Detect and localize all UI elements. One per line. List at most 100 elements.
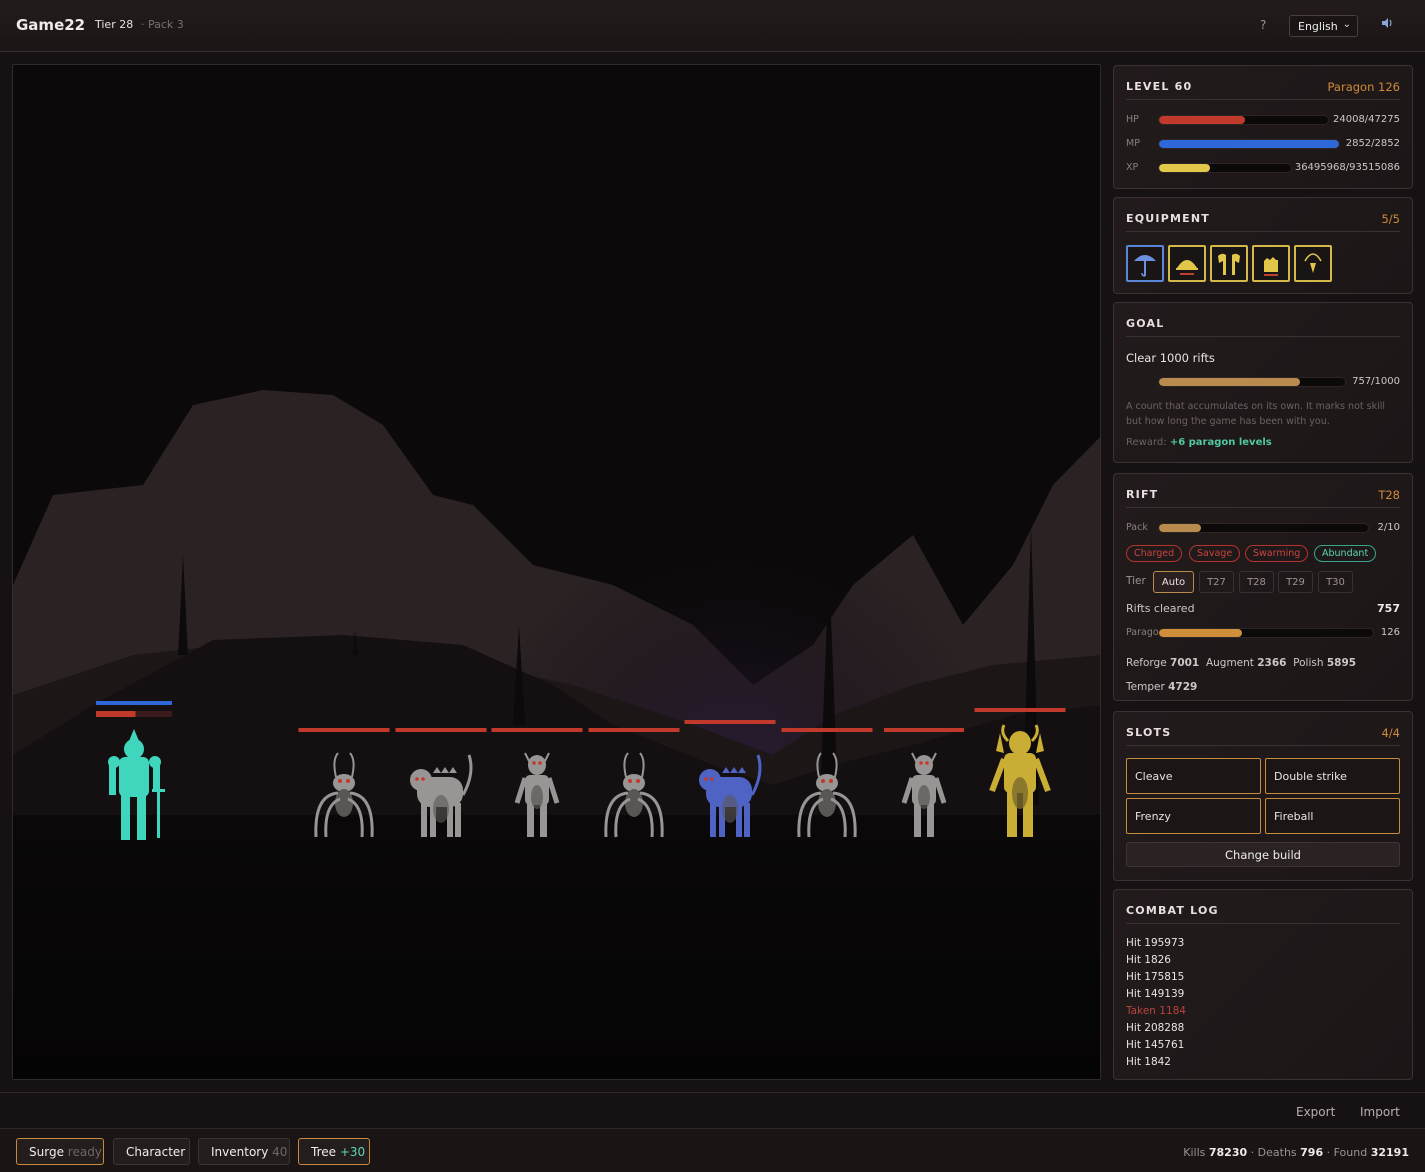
slots-panel: SLOTS 4/4 Cleave Double strike Frenzy Fi… — [1113, 711, 1413, 881]
rift-tier: T28 — [1378, 488, 1400, 502]
inventory-button[interactable]: Inventory 40 — [198, 1138, 290, 1165]
log-line: Hit 208288 — [1126, 1022, 1185, 1034]
import-button[interactable]: Import — [1360, 1105, 1400, 1119]
imp-leg — [540, 803, 547, 837]
boss-shadow — [1012, 777, 1028, 809]
bottom-bar: Surge ready Character Inventory 40 Tree … — [0, 1128, 1425, 1172]
spider-eye — [338, 779, 342, 783]
hound-spikes — [722, 767, 746, 773]
surge-button[interactable]: Surge ready — [16, 1138, 104, 1165]
helm-icon[interactable] — [1168, 245, 1206, 282]
surge-label: Surge — [29, 1145, 64, 1159]
goal-fill — [1159, 378, 1300, 386]
affix-tag: Swarming — [1245, 545, 1309, 562]
enemy-hp-bar — [781, 728, 873, 732]
character-button[interactable]: Character — [113, 1138, 190, 1165]
goal-name: Clear 1000 rifts — [1126, 351, 1215, 365]
export-button[interactable]: Export — [1296, 1105, 1335, 1119]
tree-button[interactable]: Tree +30 — [298, 1138, 370, 1165]
hp-track — [1158, 115, 1329, 125]
hp-value: 24008/47275 — [1333, 114, 1400, 125]
equipment-title: EQUIPMENT — [1126, 212, 1210, 225]
affix-tag: Abundant — [1314, 545, 1377, 562]
skill-slot-cleave[interactable]: Cleave — [1126, 758, 1261, 794]
imp-eye — [925, 761, 929, 765]
pack-progress: Pack 2/10 — [1126, 521, 1400, 535]
help-button[interactable]: ? — [1260, 18, 1266, 32]
tier-t28-button[interactable]: T28 — [1239, 571, 1274, 593]
gloves-icon[interactable] — [1252, 245, 1290, 282]
skill-slot-double-strike[interactable]: Double strike — [1265, 758, 1400, 794]
log-line: Hit 145761 — [1126, 1039, 1185, 1051]
goal-description: A count that accumulates on its own. It … — [1126, 401, 1385, 427]
player-arm — [109, 765, 116, 795]
xp-track — [1158, 163, 1292, 173]
imp-head — [528, 755, 546, 775]
xp-value: 36495968/93515086 — [1294, 162, 1400, 173]
paragon-track — [1158, 628, 1374, 638]
tree-points: +30 — [339, 1145, 366, 1159]
polish-value: 5895 — [1326, 657, 1357, 669]
change-build-button[interactable]: Change build — [1126, 842, 1400, 867]
skill-slot-frenzy[interactable]: Frenzy — [1126, 798, 1261, 834]
export-bar: Export Import — [0, 1092, 1425, 1128]
player-mp-bar — [96, 701, 172, 705]
paragon-value: 126 — [1380, 627, 1400, 638]
top-bar: Game22 Tier 28 · Pack 3 ? English ⌄ — [0, 0, 1425, 52]
paragon-level: Paragon 126 — [1327, 80, 1400, 94]
weapon-icon[interactable] — [1126, 245, 1164, 282]
mp-value: 2852/2852 — [1345, 138, 1400, 149]
enemy-hp-bar — [395, 728, 487, 732]
enemy-hp-bar — [684, 720, 776, 724]
tier-auto-button[interactable]: Auto — [1153, 571, 1194, 593]
inventory-label: Inventory — [211, 1145, 269, 1159]
mp-track — [1158, 139, 1340, 149]
armor-icon[interactable] — [1210, 245, 1248, 282]
slots-count: 4/4 — [1381, 726, 1400, 740]
imp-shadow — [918, 785, 930, 809]
spider-eye — [829, 779, 833, 783]
language-value: English — [1298, 20, 1338, 33]
hp-fill — [1159, 116, 1245, 124]
game-view[interactable] — [12, 64, 1101, 1080]
hound-eye — [421, 777, 425, 781]
panel-header: COMBAT LOG — [1126, 904, 1400, 924]
tree-label: Tree — [311, 1145, 337, 1159]
tier-t30-button[interactable]: T30 — [1318, 571, 1353, 593]
combat-log-title: COMBAT LOG — [1126, 904, 1219, 917]
augment-value: 2366 — [1257, 657, 1287, 669]
xp-label: XP — [1126, 162, 1139, 173]
player-hp-bar — [96, 711, 136, 717]
skill-slot-fireball[interactable]: Fireball — [1265, 798, 1400, 834]
imp-eye — [532, 761, 536, 765]
deaths-value: 796 — [1300, 1146, 1324, 1159]
surge-state: ready — [67, 1145, 102, 1159]
goal-value: 757/1000 — [1352, 376, 1400, 387]
hound-spikes — [433, 767, 457, 773]
spider-eye — [628, 779, 632, 783]
hp-label: HP — [1126, 114, 1139, 125]
polish-label: Polish — [1293, 657, 1324, 669]
hound-eye — [704, 777, 708, 781]
tier-label: Tier — [1126, 575, 1146, 587]
crafting-stats: Reforge 7001 Augment 2366 Polish 5895 Te… — [1126, 651, 1406, 699]
augment-label: Augment — [1205, 657, 1254, 669]
player-torso — [119, 757, 149, 797]
hound-leg — [421, 803, 427, 837]
current-pack: · Pack 3 — [141, 18, 184, 31]
enemy-hp-bar — [491, 728, 583, 732]
tier-t29-button[interactable]: T29 — [1278, 571, 1313, 593]
language-select[interactable]: English ⌄ — [1289, 15, 1358, 37]
amulet-icon[interactable] — [1294, 245, 1332, 282]
imp-leg — [527, 803, 534, 837]
goal-progress: 757/1000 — [1126, 375, 1400, 389]
slots-title: SLOTS — [1126, 726, 1172, 739]
spider-eye — [636, 779, 640, 783]
pack-track — [1158, 523, 1369, 533]
tier-t27-button[interactable]: T27 — [1199, 571, 1234, 593]
enemy-hp-bar — [974, 708, 1066, 712]
chevron-down-icon: ⌄ — [1342, 19, 1351, 30]
equipment-panel: EQUIPMENT 5/5 — [1113, 197, 1413, 294]
speaker-icon[interactable] — [1381, 17, 1393, 33]
player-sword-guard — [152, 789, 165, 792]
